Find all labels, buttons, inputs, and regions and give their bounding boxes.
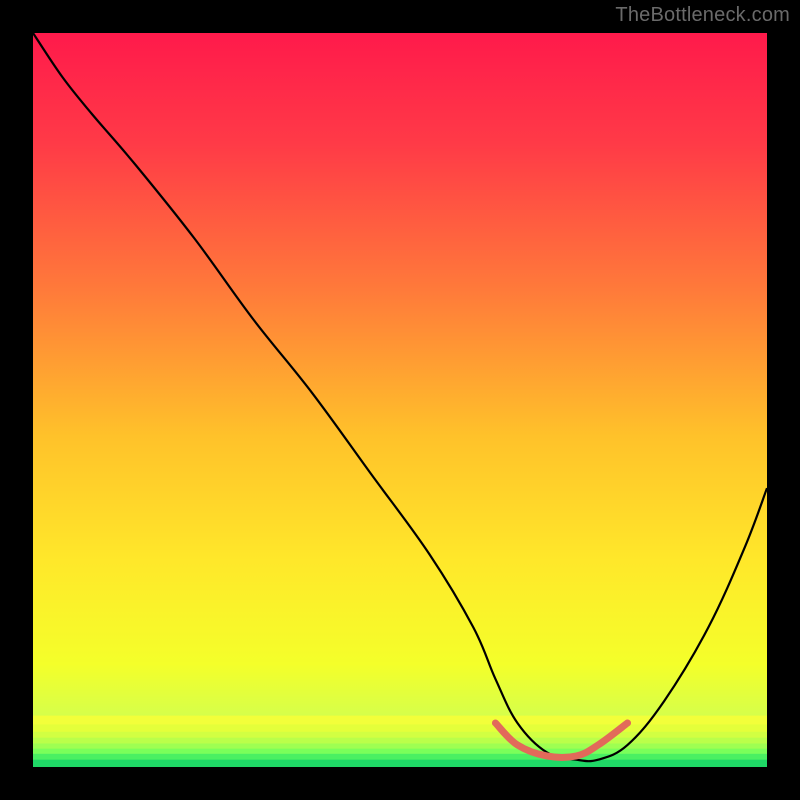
chart-frame: TheBottleneck.com [0, 0, 800, 800]
plot-svg [33, 33, 767, 767]
gradient-background [33, 33, 767, 767]
watermark-text: TheBottleneck.com [615, 4, 790, 27]
bottom-bands [33, 716, 767, 767]
plot-area [33, 33, 767, 767]
